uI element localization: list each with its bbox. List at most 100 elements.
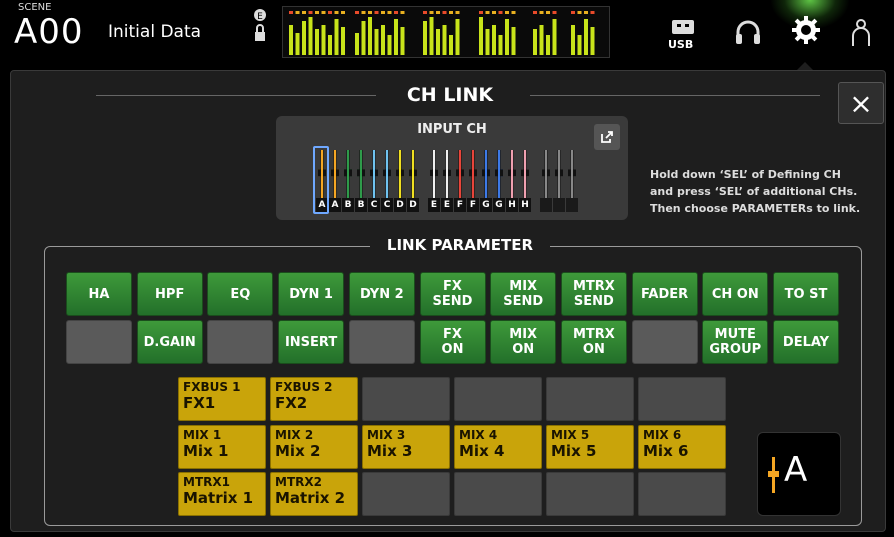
param-empty-button[interactable] xyxy=(207,320,274,364)
param-ha-button[interactable]: HA xyxy=(66,272,132,316)
channel-6[interactable]: C xyxy=(381,146,393,214)
channel-18[interactable] xyxy=(553,146,565,214)
channel-11[interactable]: F xyxy=(454,146,466,214)
channel-label xyxy=(553,198,565,212)
help-line-1: Hold down ‘SEL’ of Defining CH xyxy=(650,168,841,181)
headphone-icon[interactable] xyxy=(734,18,762,52)
param-dyn-2-button[interactable]: DYN 2 xyxy=(348,272,415,316)
channel-16[interactable]: H xyxy=(519,146,531,214)
level-meters[interactable] xyxy=(282,6,610,58)
bus-empty-button[interactable] xyxy=(638,472,726,516)
usb-icon[interactable]: USB xyxy=(666,18,700,52)
channel-10[interactable]: E xyxy=(441,146,453,214)
param-empty-button[interactable] xyxy=(66,320,132,364)
bus-mix-6-button[interactable]: MIX 6 Mix 6 xyxy=(638,425,726,469)
bus-fxbus-2-button[interactable]: FXBUS 2 FX2 xyxy=(270,377,358,421)
channel-2[interactable]: A xyxy=(329,146,341,214)
bus-empty-button[interactable] xyxy=(362,472,450,516)
channel-fader-icon xyxy=(495,150,503,198)
selected-link-letter: A xyxy=(784,450,808,490)
bus-empty-button[interactable] xyxy=(638,377,726,421)
bus-mix-2-button[interactable]: MIX 2 Mix 2 xyxy=(270,425,358,469)
channel-7[interactable]: D xyxy=(394,146,406,214)
param-empty-button[interactable] xyxy=(631,320,698,364)
param-eq-button[interactable]: EQ xyxy=(207,272,274,316)
bus-fxbus-1-button[interactable]: FXBUS 1 FX1 xyxy=(178,377,266,421)
meter-bar xyxy=(387,35,392,55)
scene-number[interactable]: A00 xyxy=(14,12,84,52)
channel-17[interactable] xyxy=(540,146,552,214)
bus-empty-button[interactable] xyxy=(546,472,634,516)
channel-9[interactable]: E xyxy=(428,146,440,214)
bus-name-label: Mix 4 xyxy=(459,442,505,460)
channel-8[interactable]: D xyxy=(407,146,419,214)
param-mix-on-button[interactable]: MIX ON xyxy=(490,320,557,364)
channel-19[interactable] xyxy=(566,146,578,214)
param-mix-send-button[interactable]: MIX SEND xyxy=(490,272,557,316)
bus-mtrx2-button[interactable]: MTRX2 Matrix 2 xyxy=(270,472,358,516)
channel-label: B xyxy=(355,198,367,212)
bus-type-label: MIX 1 xyxy=(183,428,222,442)
meter-peak xyxy=(328,11,332,14)
meter-bar xyxy=(315,29,319,55)
bus-type-label: MIX 4 xyxy=(459,428,498,442)
meter-peak xyxy=(321,11,326,14)
bus-empty-button[interactable] xyxy=(362,377,450,421)
meter-bar xyxy=(479,17,483,55)
scene-name[interactable]: Initial Data xyxy=(108,22,201,42)
param-fader-button[interactable]: FADER xyxy=(631,272,698,316)
help-line-2: and press ‘SEL’ of additional CHs. xyxy=(650,185,858,198)
meter-bar xyxy=(374,29,379,55)
meter-bar xyxy=(505,19,509,55)
bus-mix-4-button[interactable]: MIX 4 Mix 4 xyxy=(454,425,542,469)
meter-bar xyxy=(429,17,434,55)
channel-13[interactable]: G xyxy=(480,146,492,214)
param-mtrx-on-button[interactable]: MTRX ON xyxy=(560,320,627,364)
channel-12[interactable]: F xyxy=(467,146,479,214)
input-channel-strip[interactable]: AABBCCDDEEFFGGHH xyxy=(312,146,592,214)
gear-icon[interactable] xyxy=(790,14,822,48)
channel-fader-icon xyxy=(409,150,417,198)
open-popup-button[interactable] xyxy=(594,124,620,150)
bus-type-label: MIX 3 xyxy=(367,428,406,442)
lock-icon xyxy=(255,32,265,41)
channel-3[interactable]: B xyxy=(342,146,354,214)
meter-peak xyxy=(479,11,483,14)
param-to-st-button[interactable]: TO ST xyxy=(773,272,839,316)
param-fx-on-button[interactable]: FX ON xyxy=(419,320,486,364)
close-button[interactable]: × xyxy=(838,82,884,124)
channel-label: E xyxy=(428,198,440,212)
bus-empty-button[interactable] xyxy=(454,377,542,421)
channel-fader-icon xyxy=(430,150,438,198)
bus-name-label: Mix 1 xyxy=(183,442,229,460)
channel-15[interactable]: H xyxy=(506,146,518,214)
param-insert-button[interactable]: INSERT xyxy=(278,320,345,364)
param-empty-button[interactable] xyxy=(348,320,415,364)
meter-bar xyxy=(328,35,332,55)
meter-bar xyxy=(577,35,582,55)
param-fx-send-button[interactable]: FX SEND xyxy=(419,272,486,316)
channel-label: F xyxy=(454,198,466,212)
param-delay-button[interactable]: DELAY xyxy=(773,320,839,364)
lock-status: E xyxy=(252,8,268,48)
user-icon[interactable] xyxy=(850,18,872,52)
meter-peak xyxy=(485,11,490,14)
param-mute-group-button[interactable]: MUTE GROUP xyxy=(702,320,769,364)
input-ch-title: INPUT CH xyxy=(417,122,487,137)
param-mtrx-send-button[interactable]: MTRX SEND xyxy=(560,272,627,316)
bus-mix-1-button[interactable]: MIX 1 Mix 1 xyxy=(178,425,266,469)
bus-mix-5-button[interactable]: MIX 5 Mix 5 xyxy=(546,425,634,469)
channel-4[interactable]: B xyxy=(355,146,367,214)
meter-peak xyxy=(387,11,392,14)
bus-empty-button[interactable] xyxy=(454,472,542,516)
channel-14[interactable]: G xyxy=(493,146,505,214)
param-ch-on-button[interactable]: CH ON xyxy=(702,272,769,316)
meter-peak xyxy=(546,11,550,14)
channel-5[interactable]: C xyxy=(368,146,380,214)
bus-mtrx1-button[interactable]: MTRX1 Matrix 1 xyxy=(178,472,266,516)
bus-empty-button[interactable] xyxy=(546,377,634,421)
param-d-gain-button[interactable]: D.GAIN xyxy=(136,320,203,364)
param-dyn-1-button[interactable]: DYN 1 xyxy=(278,272,345,316)
bus-mix-3-button[interactable]: MIX 3 Mix 3 xyxy=(362,425,450,469)
param-hpf-button[interactable]: HPF xyxy=(136,272,203,316)
